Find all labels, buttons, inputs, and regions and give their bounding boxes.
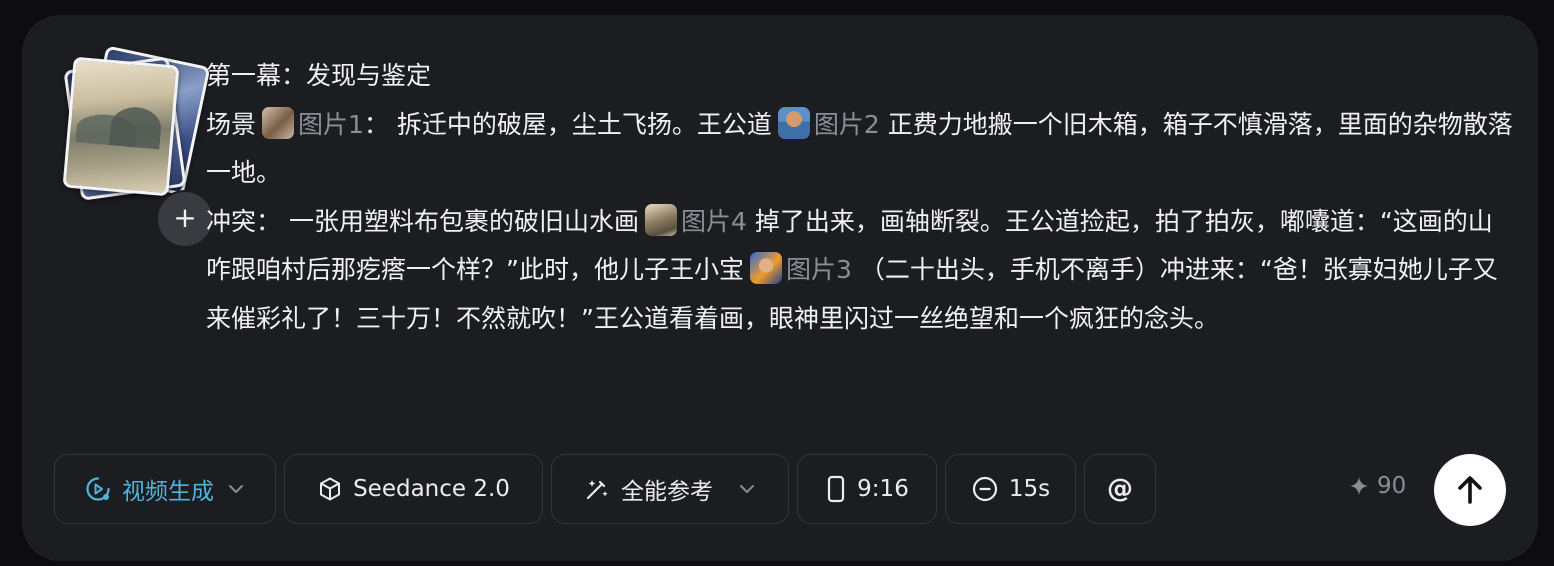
aspect-ratio-button[interactable]: 9:16 <box>797 454 937 524</box>
act-title: 第一幕：发现与鉴定 <box>206 61 432 90</box>
wand-icon <box>586 480 608 500</box>
model-label: Seedance 2.0 <box>353 476 510 502</box>
aspect-ratio-label: 9:16 <box>857 476 909 502</box>
duration-label: 15s <box>1008 476 1051 502</box>
credits-value: 90 <box>1377 473 1407 499</box>
image-ref-1[interactable]: 图片1 <box>298 110 364 139</box>
chevron-down-icon <box>229 485 243 493</box>
credits-display: 90 <box>1349 473 1406 499</box>
image-ref-2[interactable]: 图片2 <box>814 110 880 139</box>
image-ref-4[interactable]: 图片4 <box>681 207 747 236</box>
conflict-label: 冲突： <box>206 206 282 236</box>
chevron-down-icon <box>740 485 754 493</box>
arrow-up-icon <box>1458 476 1482 504</box>
sparkle-icon <box>1350 477 1368 495</box>
image-ref-thumbnail <box>749 252 782 284</box>
image-ref-thumbnail <box>262 106 295 139</box>
mode-label: 视频生成 <box>122 479 214 505</box>
conflict-text-1: 一张用塑料布包裹的破旧山水画 <box>288 206 639 236</box>
mention-label: @ <box>1107 474 1133 504</box>
reference-thumbnail <box>62 56 180 197</box>
cube-icon <box>320 477 341 501</box>
scene-separator: ： <box>363 109 389 139</box>
mode-dropdown[interactable]: 视频生成 <box>54 454 276 524</box>
reference-mode-dropdown[interactable]: 全能参考 <box>551 454 789 524</box>
image-ref-3[interactable]: 图片3 <box>786 255 852 284</box>
conflict-paragraph: 冲突： 一张用塑料布包裹的破旧山水画 图片4 掉了出来，画轴断裂。王公道捡起，拍了… <box>206 198 1516 344</box>
scene-label: 场景 <box>206 109 257 139</box>
reference-mode-label: 全能参考 <box>621 479 713 505</box>
prompt-text[interactable]: 第一幕：发现与鉴定 场景 图片1： 拆迁中的破屋，尘土飞扬。王公道 图片2 正费力地… <box>206 52 1516 343</box>
duration-button[interactable]: 15s <box>945 454 1076 524</box>
model-selector[interactable]: Seedance 2.0 <box>284 454 543 524</box>
reference-image-stack[interactable]: + <box>52 45 214 248</box>
timer-icon <box>972 476 997 502</box>
video-play-icon <box>86 477 110 501</box>
scene-text-1: 拆迁中的破屋，尘土飞扬。王公道 <box>396 109 772 139</box>
phone-portrait-icon <box>828 475 845 503</box>
image-ref-thumbnail <box>777 106 810 139</box>
mention-button[interactable]: @ <box>1084 454 1156 524</box>
send-button[interactable] <box>1434 454 1506 526</box>
image-ref-thumbnail <box>644 203 677 236</box>
scene-paragraph: 场景 图片1： 拆迁中的破屋，尘土飞扬。王公道 图片2 正费力地搬一个旧木箱，箱子不… <box>206 101 1516 198</box>
